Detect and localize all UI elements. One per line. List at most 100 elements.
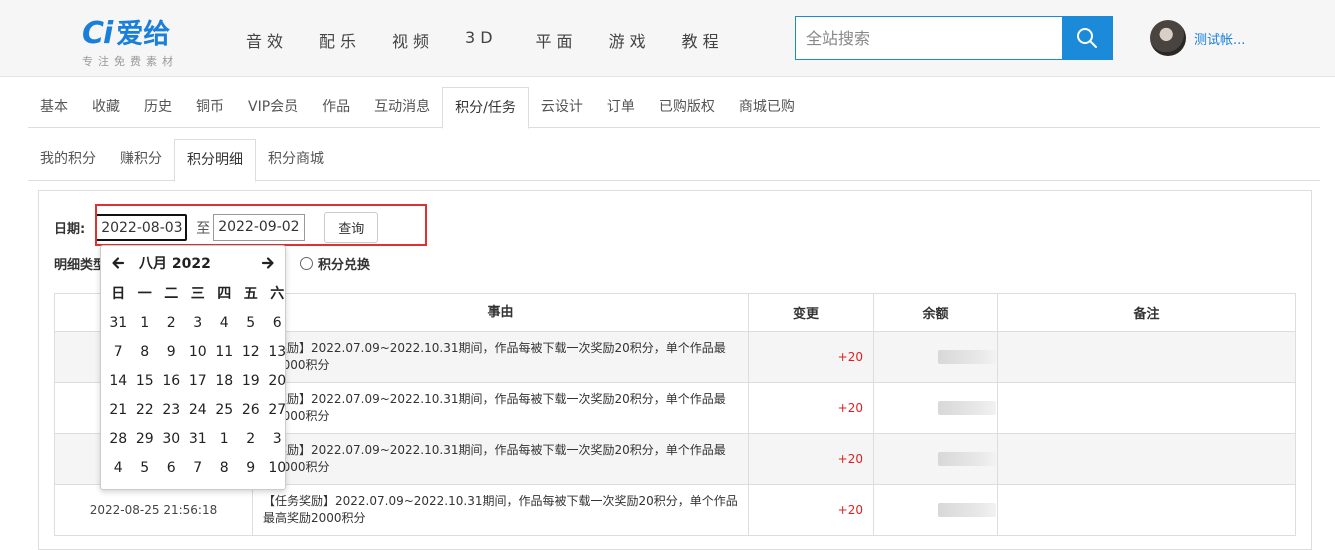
calendar-day[interactable]: 2 [158,309,185,338]
calendar-day[interactable]: 8 [211,454,238,483]
tab-works[interactable]: 作品 [310,87,362,128]
nav-item-sound[interactable]: 音效 [246,28,288,52]
header-reason: 事由 [252,293,749,332]
blurred-balance [938,452,996,466]
cell-remark [997,484,1296,536]
tab-my-points[interactable]: 我的积分 [28,139,108,181]
cell-change: +20 [748,484,874,536]
calendar-day[interactable]: 22 [132,396,159,425]
calendar-day[interactable]: 25 [211,396,238,425]
date-label: 日期: [54,222,86,237]
date-picker-grid: 日一二三四五六 31 1 2 3 4 5 6 7 8 9 10 11 12 13 14 15 16 17 18 19 20… [105,280,286,483]
nav-item-graphic[interactable]: 平面 [536,28,578,52]
weekday-header: 五 [243,286,258,302]
calendar-day[interactable]: 11 [211,338,238,367]
calendar-day[interactable]: 31 [105,309,132,338]
calendar-day[interactable]: 3 [185,309,212,338]
calendar-day[interactable]: 16 [158,367,185,396]
calendar-day[interactable]: 20 [264,367,291,396]
tab-points-mall[interactable]: 积分商城 [256,139,336,181]
calendar-day[interactable]: 31 [185,425,212,454]
calendar-day[interactable]: 17 [185,367,212,396]
type-label: 明细类型 [54,258,107,273]
cell-reason: 务奖励】2022.07.09~2022.10.31期间，作品每被下载一次奖励20… [252,433,749,485]
weekday-header: 四 [217,286,232,302]
cell-time: 2022-08-25 21:56:18 [54,484,253,536]
nav-item-game[interactable]: 游戏 [609,28,651,52]
tab-purchased-copyright[interactable]: 已购版权 [647,87,727,128]
calendar-day[interactable]: 6 [158,454,185,483]
calendar-day[interactable]: 4 [211,309,238,338]
calendar-day[interactable]: 28 [105,425,132,454]
calendar-day[interactable]: 9 [158,338,185,367]
logo-mark: Ci 爱给 [82,12,212,51]
cell-remark [997,331,1296,383]
radio-exchange-label[interactable]: 积分兑换 [318,254,370,273]
arrow-right-icon[interactable] [261,256,275,270]
site-logo[interactable]: Ci 爱给 专注免费素材 [82,12,212,72]
search-input[interactable] [796,17,1062,59]
calendar-day[interactable]: 8 [132,338,159,367]
tab-vip[interactable]: VIP会员 [236,87,310,128]
calendar-day[interactable]: 15 [132,367,159,396]
radio-exchange[interactable] [300,257,314,270]
blurred-balance [938,401,996,415]
calendar-day[interactable]: 5 [238,309,265,338]
calendar-day[interactable]: 21 [105,396,132,425]
calendar-day[interactable]: 10 [185,338,212,367]
cell-change: +20 [748,433,874,485]
calendar-day[interactable]: 12 [238,338,265,367]
calendar-day[interactable]: 10 [264,454,291,483]
calendar-day[interactable]: 1 [132,309,159,338]
weekday-header: 三 [190,286,205,302]
calendar-day[interactable]: 6 [264,309,291,338]
avatar[interactable] [1150,20,1186,56]
tab-history[interactable]: 历史 [132,87,184,128]
tab-messages[interactable]: 互动消息 [362,87,442,128]
date-picker-title: 八月 2022 [139,256,211,272]
nav-item-music[interactable]: 配乐 [319,28,361,52]
calendar-day[interactable]: 1 [211,425,238,454]
calendar-day[interactable]: 19 [238,367,265,396]
tab-earn-points[interactable]: 赚积分 [108,139,174,181]
logo-name: 爱给 [116,19,171,50]
nav-item-video[interactable]: 视频 [392,28,434,52]
calendar-day[interactable]: 4 [105,454,132,483]
calendar-day[interactable]: 7 [105,338,132,367]
tab-coins[interactable]: 铜币 [184,87,236,128]
cell-balance [873,331,998,383]
calendar-day[interactable]: 26 [238,396,265,425]
cell-change: +20 [748,382,874,434]
calendar-day[interactable]: 7 [185,454,212,483]
username[interactable]: 测试帐... [1194,29,1245,48]
tab-basic[interactable]: 基本 [28,87,80,128]
nav-item-tutorial[interactable]: 教程 [682,28,724,52]
user-menu[interactable]: 测试帐... [1150,20,1245,56]
arrow-left-icon[interactable] [111,256,125,270]
tab-orders[interactable]: 订单 [595,87,647,128]
calendar-day[interactable]: 14 [105,367,132,396]
tab-points-tasks[interactable]: 积分/任务 [442,87,529,129]
calendar-day[interactable]: 30 [158,425,185,454]
date-picker: 八月 2022 日一二三四五六 31 1 2 3 4 5 6 7 8 9 10 11 12 13 14 15 16… [100,245,286,490]
calendar-day[interactable]: 2 [238,425,265,454]
calendar-day[interactable]: 18 [211,367,238,396]
calendar-day[interactable]: 3 [264,425,291,454]
tab-favorites[interactable]: 收藏 [80,87,132,128]
calendar-day[interactable]: 29 [132,425,159,454]
calendar-day[interactable]: 5 [132,454,159,483]
calendar-day[interactable]: 24 [185,396,212,425]
tab-cloud-design[interactable]: 云设计 [529,87,595,128]
search-button[interactable] [1062,17,1112,59]
tab-mall-purchased[interactable]: 商城已购 [727,87,807,128]
calendar-day[interactable]: 27 [264,396,291,425]
calendar-day[interactable]: 23 [158,396,185,425]
calendar-day[interactable]: 9 [238,454,265,483]
cell-reason: 务奖励】2022.07.09~2022.10.31期间，作品每被下载一次奖励20… [252,331,749,383]
header-balance: 余额 [873,293,998,332]
calendar-day[interactable]: 13 [264,338,291,367]
tab-points-detail[interactable]: 积分明细 [174,139,256,182]
nav-item-3d[interactable]: 3D [465,28,498,52]
weekday-header: 二 [164,286,179,302]
search-icon [1077,28,1097,48]
